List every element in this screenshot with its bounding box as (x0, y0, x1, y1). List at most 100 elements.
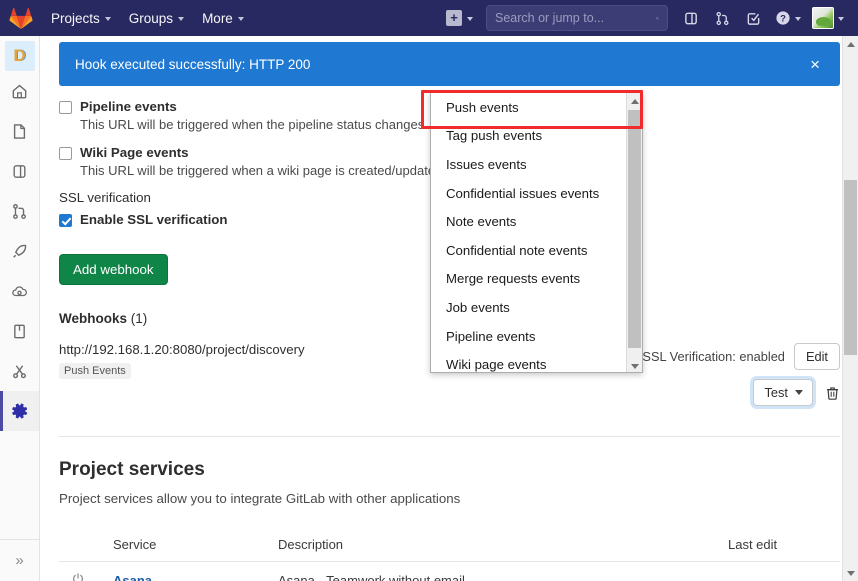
alert-message: Hook executed successfully: HTTP 200 (75, 56, 311, 72)
service-name-link[interactable]: Asana (113, 573, 152, 581)
plus-icon: + (446, 10, 462, 26)
webhook-ssl-status: SSL Verification: enabled (642, 349, 785, 364)
dropdown-option-confidential-issues-events[interactable]: Confidential issues events (431, 179, 626, 208)
dropdown-scroll-down-icon[interactable] (627, 358, 642, 372)
nav-item-projects[interactable]: Projects (42, 0, 120, 36)
sidebar-item-ci-cd[interactable] (0, 231, 39, 271)
sidebar-item-issues[interactable] (0, 151, 39, 191)
column-header-last-edit: Last edit (720, 528, 840, 562)
sidebar-collapse-button[interactable]: » (0, 539, 39, 581)
nav-item-more[interactable]: More (193, 0, 253, 36)
section-divider (59, 436, 840, 437)
page-scroll-up-icon[interactable] (843, 36, 858, 52)
user-menu-button[interactable] (808, 0, 850, 36)
page-scrollbar-thumb[interactable] (844, 180, 857, 355)
nav-projects-label: Projects (51, 10, 100, 26)
chevron-down-icon (467, 17, 473, 21)
project-services-subtitle: Project services allow you to integrate … (59, 491, 461, 506)
table-row[interactable]: Asana Asana - Teamwork without email (59, 562, 840, 581)
help-icon: ? (776, 11, 790, 25)
service-last-edit-cell (720, 562, 840, 581)
pipeline-events-label: Pipeline events (80, 99, 177, 114)
webhooks-heading-text: Webhooks (59, 311, 128, 326)
chevron-down-icon (795, 390, 803, 395)
wiki-page-events-checkbox[interactable] (59, 147, 72, 160)
sidebar-item-settings[interactable] (0, 391, 39, 431)
project-services-table-head: Service Description Last edit (59, 528, 840, 562)
top-nav-right-group: + Search or jump to... ? (438, 0, 858, 36)
dropdown-option-note-events[interactable]: Note events (431, 207, 626, 236)
dropdown-option-wiki-page-events[interactable]: Wiki page events (431, 350, 626, 372)
global-search-box[interactable] (486, 5, 668, 31)
project-avatar[interactable]: D (4, 41, 35, 71)
sidebar-item-snippets[interactable] (0, 351, 39, 391)
help-button[interactable]: ? (769, 0, 807, 36)
column-header-description: Description (270, 528, 720, 562)
success-alert: Hook executed successfully: HTTP 200 × (59, 42, 840, 86)
wiki-page-events-label: Wiki Page events (80, 145, 189, 160)
dropdown-option-push-events[interactable]: Push events (431, 93, 626, 122)
gitlab-logo-icon[interactable] (0, 7, 42, 29)
left-sidebar: D » (0, 36, 40, 581)
book-icon (14, 324, 25, 338)
dropdown-option-merge-requests-events[interactable]: Merge requests events (431, 265, 626, 294)
avatar (812, 7, 834, 29)
pipeline-events-description: This URL will be triggered when the pipe… (80, 117, 425, 132)
nav-groups-label: Groups (128, 10, 174, 26)
dropdown-option-confidential-note-events[interactable]: Confidential note events (431, 236, 626, 265)
service-status-cell (59, 562, 105, 581)
dropdown-scrollbar-thumb[interactable] (628, 110, 641, 348)
page-scrollbar[interactable] (842, 36, 858, 581)
trigger-events-dropdown-list[interactable]: Push events Tag push events Issues event… (430, 92, 643, 373)
power-icon (73, 573, 83, 581)
table-header-row: Service Description Last edit (59, 528, 840, 562)
dropdown-option-job-events[interactable]: Job events (431, 293, 626, 322)
sidebar-item-merge-requests[interactable] (0, 191, 39, 231)
column-header-icon (59, 528, 105, 562)
dropdown-scrollbar[interactable] (626, 93, 642, 372)
webhook-test-label: Test (764, 385, 788, 400)
sidebar-item-wiki[interactable] (0, 311, 39, 351)
sidebar-collapse-label: » (15, 552, 24, 569)
top-navigation-bar: Projects Groups More + Search or jump to… (0, 0, 858, 36)
dropdown-option-issues-events[interactable]: Issues events (431, 150, 626, 179)
column-header-service: Service (105, 528, 270, 562)
add-webhook-button[interactable]: Add webhook (59, 254, 168, 285)
create-new-button[interactable]: + (438, 0, 481, 36)
svg-text:?: ? (780, 14, 786, 25)
sidebar-item-operations[interactable] (0, 271, 39, 311)
issues-icon (13, 164, 26, 178)
merge-requests-icon[interactable] (707, 0, 737, 36)
home-icon (12, 84, 27, 98)
pipeline-events-checkbox[interactable] (59, 101, 72, 114)
webhooks-heading-count: (1) (130, 311, 148, 326)
file-icon (13, 123, 26, 139)
wiki-page-events-description: This URL will be triggered when a wiki p… (80, 163, 443, 178)
dropdown-scroll-up-icon[interactable] (627, 93, 642, 109)
sidebar-item-repository[interactable] (0, 111, 39, 151)
search-input[interactable] (495, 11, 656, 25)
trash-icon (827, 386, 838, 400)
webhook-ssl-line: SSL Verification: enabled Edit (642, 343, 840, 370)
dropdown-option-pipeline-events[interactable]: Pipeline events (431, 322, 626, 351)
webhook-delete-button[interactable] (825, 385, 840, 401)
todos-icon[interactable] (738, 0, 768, 36)
project-services-title: Project services (59, 459, 205, 480)
webhook-test-dropdown-button[interactable]: Test (752, 379, 813, 406)
webhook-actions: Test (642, 379, 840, 406)
nav-item-groups[interactable]: Groups (120, 0, 193, 36)
service-description-cell: Asana - Teamwork without email (278, 573, 465, 581)
enable-ssl-verification-checkbox[interactable] (59, 214, 72, 227)
sidebar-item-overview[interactable] (0, 71, 39, 111)
project-avatar-wrapper: D (0, 36, 39, 71)
dropdown-option-tag-push-events[interactable]: Tag push events (431, 122, 626, 151)
webhook-edit-button[interactable]: Edit (793, 343, 840, 370)
rocket-icon (13, 244, 27, 258)
chevron-down-icon (237, 17, 244, 21)
dropdown-options: Push events Tag push events Issues event… (431, 93, 626, 372)
gitlab-webhook-settings-page: Projects Groups More + Search or jump to… (0, 0, 858, 581)
issues-icon[interactable] (676, 0, 706, 36)
merge-request-icon (13, 203, 26, 219)
close-icon[interactable]: × (806, 54, 824, 75)
page-scroll-down-icon[interactable] (843, 565, 858, 581)
